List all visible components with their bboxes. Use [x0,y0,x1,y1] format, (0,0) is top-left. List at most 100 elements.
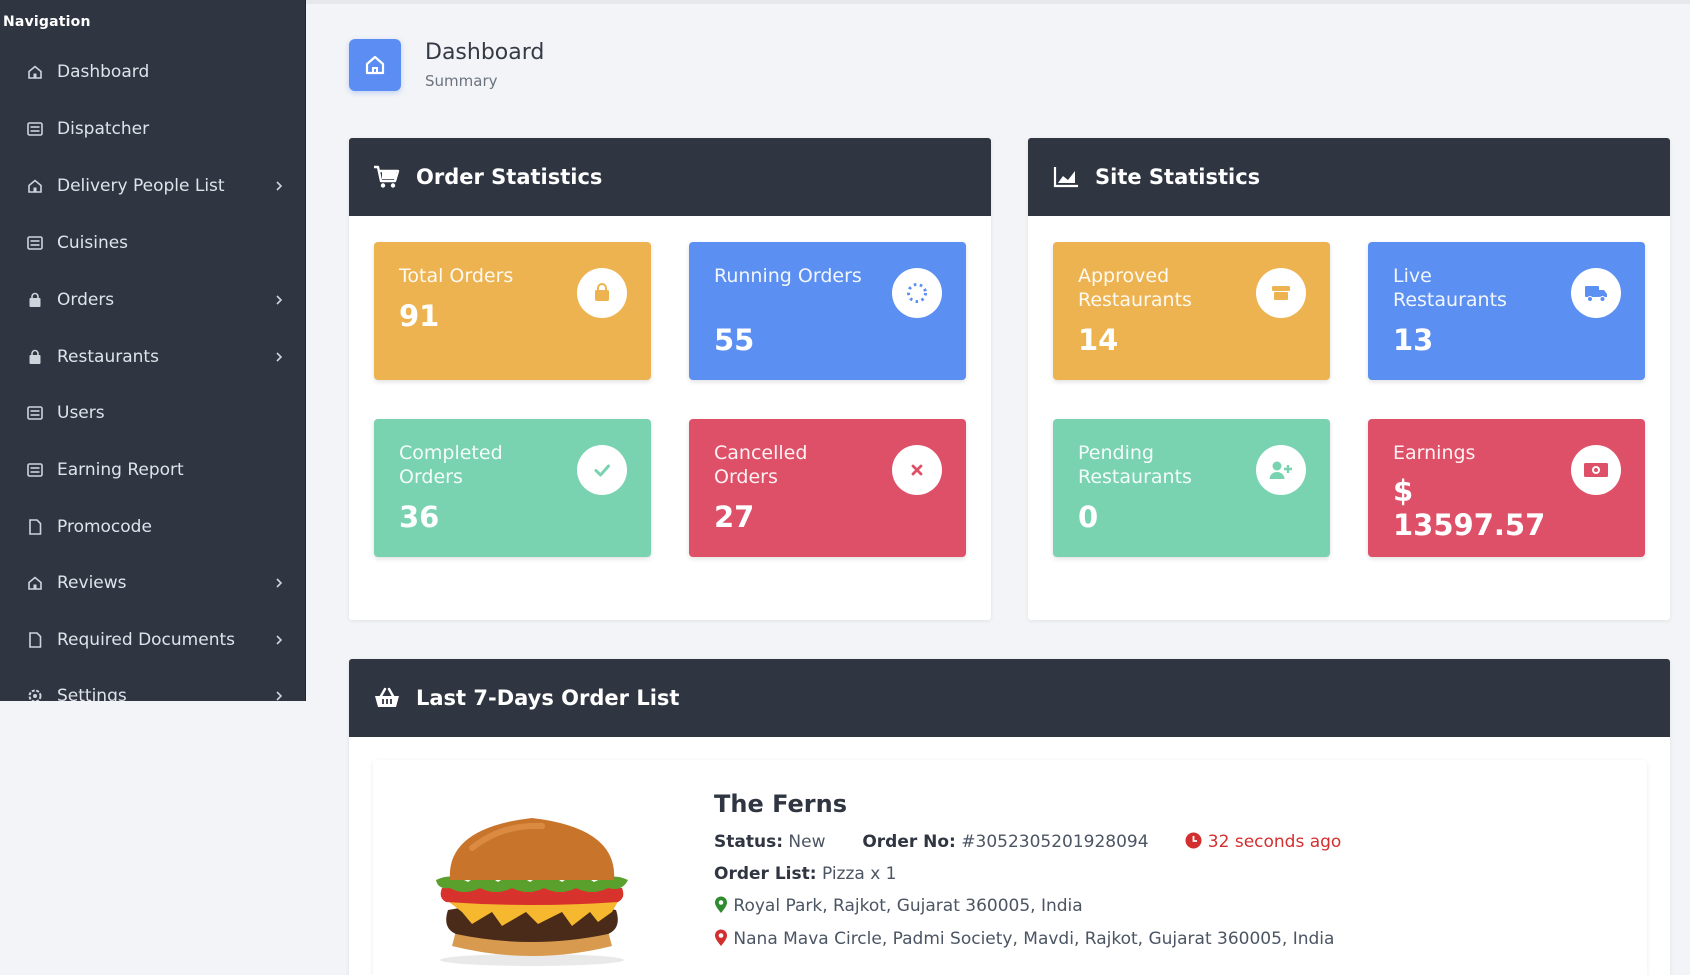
sidebar-item-label: Dashboard [57,62,150,82]
drop-address-line: Nana Mava Circle, Padmi Society, Mavdi, … [714,929,1334,952]
stat-label: Running Orders [714,265,862,287]
chevron-right-icon [274,295,284,305]
stat-value: 91 [399,299,440,333]
panel-title: Site Statistics [1095,165,1261,189]
sidebar-item-label: Promocode [57,517,152,537]
home-icon [26,574,44,592]
stat-value: 27 [714,500,755,534]
status-value: New [788,832,826,852]
chevron-right-icon [274,635,284,645]
time-ago: 32 seconds ago [1207,832,1342,852]
order-no-label: Order No: [862,832,956,852]
sidebar-item-label: Settings [57,686,127,701]
sidebar-item-restaurants[interactable]: Restaurants [0,334,305,380]
stat-value-currency: $ [1393,474,1414,508]
close-icon [892,445,942,495]
check-icon [577,445,627,495]
sidebar-item-label: Delivery People List [57,176,225,196]
user-plus-icon [1256,445,1306,495]
cart-icon [373,163,401,191]
burger-image [422,788,642,968]
order-no-value: #3052305201928094 [961,832,1149,852]
stat-label: Completed Orders [399,442,503,488]
list-icon [26,404,44,422]
order-card[interactable]: The Ferns Status: New Order No: #3052305… [373,760,1647,975]
stat-card-pending-restaurants[interactable]: Pending Restaurants 0 [1053,419,1330,557]
clock-icon [1185,832,1202,854]
bag-icon [26,348,44,366]
sidebar-item-promocode[interactable]: Promocode [0,504,305,550]
sidebar-item-settings[interactable]: Settings [0,673,305,701]
truck-icon [1571,268,1621,318]
restaurant-name[interactable]: The Ferns [714,790,847,818]
pickup-address: Royal Park, Rajkot, Gujarat 360005, Indi… [733,896,1083,916]
stat-card-approved-restaurants[interactable]: Approved Restaurants 14 [1053,242,1330,380]
stat-card-earnings[interactable]: Earnings $ 13597.57 [1368,419,1645,557]
sidebar-item-orders[interactable]: Orders [0,277,305,323]
sidebar-item-label: Reviews [57,573,127,593]
basket-icon [373,684,401,712]
stat-label: Cancelled Orders [714,442,808,488]
stat-label: Live Restaurants [1393,265,1507,311]
stat-card-cancelled-orders[interactable]: Cancelled Orders 27 [689,419,966,557]
panel-title: Last 7-Days Order List [416,686,680,710]
sidebar-item-dispatcher[interactable]: Dispatcher [0,106,305,152]
sidebar-title: Navigation [3,14,91,30]
sidebar-item-label: Earning Report [57,460,184,480]
spinner-icon [892,268,942,318]
sidebar-item-users[interactable]: Users [0,390,305,436]
sidebar-item-label: Restaurants [57,347,159,367]
stat-label: Earnings [1393,442,1476,464]
sidebar-item-earning-report[interactable]: Earning Report [0,447,305,493]
sidebar-item-label: Dispatcher [57,119,150,139]
page-home-icon [349,39,401,91]
order-status-line: Status: New Order No: #3052305201928094 … [714,832,1341,854]
stat-value: 0 [1078,500,1099,534]
map-pin-red-icon [714,929,728,952]
money-icon [1571,445,1621,495]
panel-header: Last 7-Days Order List [349,659,1670,737]
status-label: Status: [714,832,783,852]
stat-value: 55 [714,323,755,357]
document-icon [26,631,44,649]
area-chart-icon [1052,163,1080,191]
store-icon [1256,268,1306,318]
stat-card-completed-orders[interactable]: Completed Orders 36 [374,419,651,557]
sidebar-item-label: Required Documents [57,630,235,650]
list-icon [26,461,44,479]
sidebar-item-label: Orders [57,290,115,310]
pickup-address-line: Royal Park, Rajkot, Gujarat 360005, Indi… [714,896,1083,919]
drop-address: Nana Mava Circle, Padmi Society, Mavdi, … [733,929,1335,949]
sidebar-item-delivery-people-list[interactable]: Delivery People List [0,163,305,209]
sidebar-item-cuisines[interactable]: Cuisines [0,220,305,266]
stat-card-total-orders[interactable]: Total Orders 91 [374,242,651,380]
stat-value: 13597.57 [1393,508,1546,542]
chevron-right-icon [274,352,284,362]
stat-card-live-restaurants[interactable]: Live Restaurants 13 [1368,242,1645,380]
gear-icon [26,687,44,701]
sidebar-item-required-documents[interactable]: Required Documents [0,617,305,663]
stat-value: 36 [399,500,440,534]
chevron-right-icon [274,181,284,191]
sidebar-item-dashboard[interactable]: Dashboard [0,49,305,95]
panel-header: Order Statistics [349,138,991,216]
sidebar: Navigation Dashboard Dispatcher Delivery… [0,0,306,701]
stat-label: Pending Restaurants [1078,442,1192,488]
page-title: Dashboard [425,40,545,65]
order-statistics-panel: Order Statistics Total Orders 91 Running… [349,138,991,620]
home-icon [26,177,44,195]
stat-card-running-orders[interactable]: Running Orders 55 [689,242,966,380]
chevron-right-icon [274,691,284,701]
home-icon [26,63,44,81]
list-icon [26,120,44,138]
stat-value: 14 [1078,323,1119,357]
panel-header: Site Statistics [1028,138,1670,216]
order-list-label: Order List: [714,864,817,884]
sidebar-item-reviews[interactable]: Reviews [0,560,305,606]
stat-label: Total Orders [399,265,514,287]
bag-icon [26,291,44,309]
site-statistics-panel: Site Statistics Approved Restaurants 14 … [1028,138,1670,620]
document-icon [26,518,44,536]
sidebar-item-label: Cuisines [57,233,129,253]
order-list-value: Pizza x 1 [821,864,897,884]
